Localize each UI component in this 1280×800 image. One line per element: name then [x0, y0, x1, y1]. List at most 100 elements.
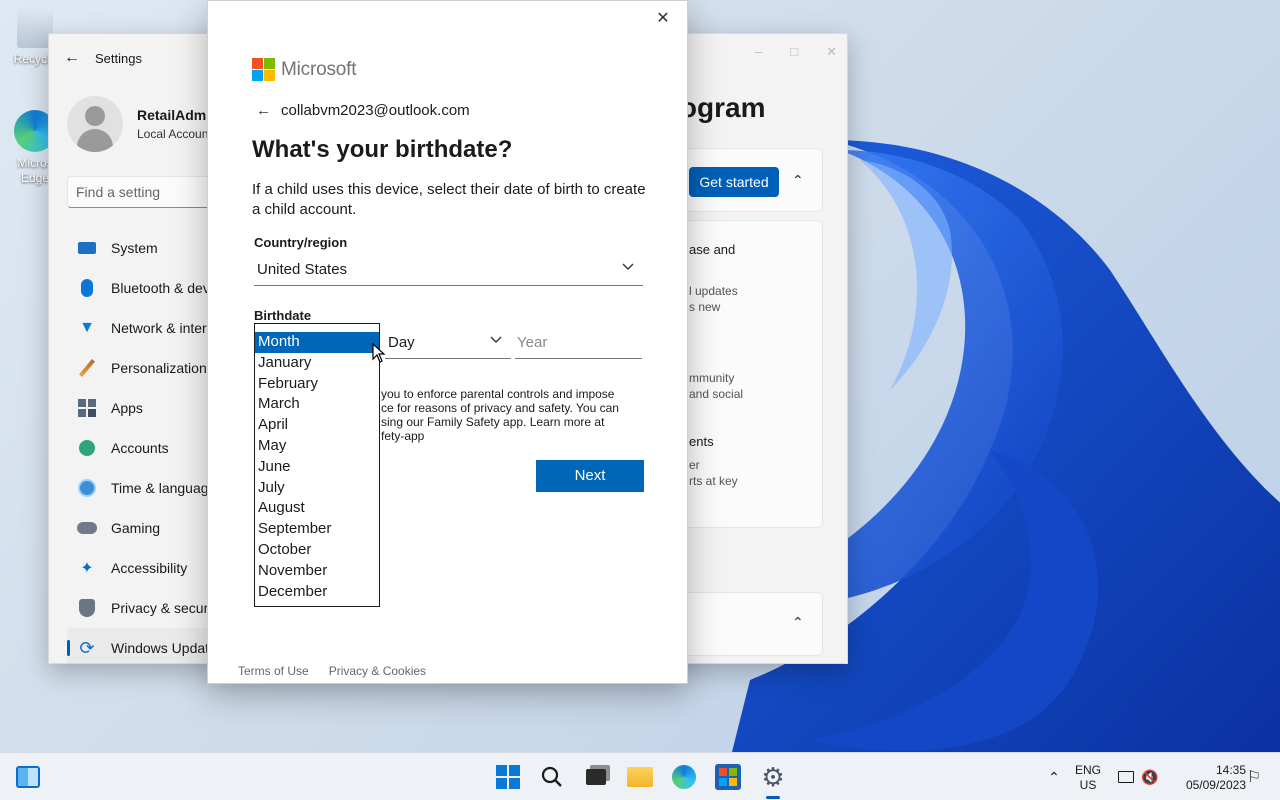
- microsoft-logo-icon: [252, 58, 275, 81]
- back-arrow-icon[interactable]: ←: [256, 102, 271, 119]
- chevron-down-icon: [622, 263, 634, 270]
- task-view-icon[interactable]: [582, 763, 610, 791]
- settings-title: Settings: [95, 50, 142, 66]
- microsoft-logo: Microsoft: [252, 58, 356, 81]
- nav-item-label: Accounts: [111, 440, 169, 456]
- account-back-row[interactable]: ← collabvm2023@outlook.com: [256, 102, 470, 119]
- month-option[interactable]: August: [255, 498, 379, 519]
- terms-link[interactable]: Terms of Use: [238, 664, 309, 678]
- birthdate-label: Birthdate: [254, 308, 312, 323]
- nav-item-label: Bluetooth & dev: [111, 280, 210, 296]
- close-icon[interactable]: ✕: [826, 44, 837, 60]
- language-line: ENG: [1074, 763, 1101, 777]
- month-option[interactable]: March: [255, 394, 379, 415]
- description-text: If a child uses this device, select thei…: [252, 181, 646, 218]
- notifications-icon[interactable]: ⚐: [1240, 763, 1268, 791]
- start-icon[interactable]: [494, 763, 522, 791]
- month-option[interactable]: December: [255, 582, 379, 603]
- clock[interactable]: 14:35 05/09/2023: [1166, 763, 1246, 793]
- fine-print-line: ce for reasons of privacy and safety. Yo…: [381, 401, 619, 415]
- month-option[interactable]: September: [255, 519, 379, 540]
- bluetooth-icon: [77, 278, 97, 298]
- month-option[interactable]: April: [255, 415, 379, 436]
- month-option[interactable]: May: [255, 436, 379, 457]
- nav-item-label: Accessibility: [111, 560, 188, 576]
- nav-item-label: Time & languag: [111, 480, 209, 496]
- month-option[interactable]: October: [255, 540, 379, 561]
- shield-icon: [77, 598, 97, 618]
- account-email: collabvm2023@outlook.com: [281, 102, 470, 119]
- widgets-icon[interactable]: [14, 763, 42, 791]
- brush-icon: [77, 358, 97, 378]
- language-line: US: [1079, 778, 1097, 792]
- card-text: s new: [689, 300, 721, 314]
- user-name: RetailAdmi: [137, 107, 211, 123]
- card-text: and social: [689, 387, 744, 401]
- month-option[interactable]: July: [255, 478, 379, 499]
- user-account-type: Local Accoun: [137, 127, 209, 141]
- chevron-up-icon[interactable]: ⌃: [1040, 763, 1068, 791]
- nav-item-label: Network & inter: [111, 320, 207, 336]
- dialog-footer: Terms of Use Privacy & Cookies: [238, 664, 426, 678]
- window-controls: – □ ✕: [755, 44, 837, 60]
- back-arrow-icon[interactable]: ←: [49, 49, 95, 67]
- user-profile[interactable]: RetailAdmi Local Accoun: [67, 96, 210, 152]
- apps-icon: [77, 398, 97, 418]
- nav-item-label: Apps: [111, 400, 143, 416]
- avatar: [67, 96, 123, 152]
- chevron-up-icon[interactable]: ⌃: [792, 172, 804, 189]
- card-text: rts at key: [689, 474, 738, 488]
- day-select[interactable]: Day: [385, 327, 511, 359]
- gaming-icon: [77, 518, 97, 538]
- get-started-button[interactable]: Get started: [689, 167, 779, 197]
- close-icon[interactable]: ✕: [653, 9, 673, 29]
- settings-gear-icon[interactable]: ⚙: [759, 762, 787, 792]
- language-indicator[interactable]: ENG US: [1072, 763, 1104, 793]
- card-text: er: [689, 458, 700, 472]
- day-value: Day: [388, 334, 415, 351]
- next-button[interactable]: Next: [536, 460, 644, 492]
- fine-print-line: you to enforce parental controls and imp…: [381, 387, 615, 401]
- accessibility-icon: ✦: [80, 560, 94, 577]
- store-icon[interactable]: [714, 763, 742, 791]
- nav-item-label: Privacy & securi: [111, 600, 212, 616]
- search-icon[interactable]: [538, 763, 566, 791]
- privacy-link[interactable]: Privacy & Cookies: [329, 664, 426, 678]
- maximize-icon[interactable]: □: [790, 44, 798, 60]
- card-text: ase and: [689, 242, 736, 257]
- wifi-icon: ▼: [79, 319, 95, 336]
- month-option[interactable]: Month: [255, 332, 379, 353]
- taskbar: ⚙ ⌃ ENG US 🔇 14:35 05/09/2023 ⚐: [0, 752, 1280, 800]
- clock-time: 14:35: [1215, 763, 1246, 777]
- country-value: United States: [257, 261, 348, 278]
- mouse-cursor-icon: [372, 343, 386, 363]
- country-select[interactable]: United States: [254, 254, 643, 286]
- update-icon: ⟳: [79, 637, 95, 658]
- clock-date: 05/09/2023: [1185, 778, 1246, 792]
- nav-item-label: Personalization: [111, 360, 207, 376]
- parental-info-text: you to enforce parental controls and imp…: [381, 387, 641, 443]
- chevron-down-icon: [490, 336, 502, 343]
- nav-item-label: System: [111, 240, 158, 256]
- month-option[interactable]: February: [255, 374, 379, 395]
- nav-item-label: Gaming: [111, 520, 161, 536]
- page-title: What's your birthdate?: [252, 136, 513, 163]
- month-option[interactable]: June: [255, 457, 379, 478]
- chevron-up-icon[interactable]: ⌃: [792, 614, 804, 631]
- card-text: ents: [689, 434, 714, 449]
- year-input[interactable]: [515, 327, 642, 359]
- microsoft-wordmark: Microsoft: [281, 58, 357, 80]
- card-text: mmunity: [689, 371, 735, 385]
- system-icon: [77, 238, 97, 258]
- month-option[interactable]: November: [255, 561, 379, 582]
- nav-item-label: Windows Updat: [111, 640, 210, 656]
- minimize-icon[interactable]: –: [755, 44, 762, 60]
- month-option[interactable]: January: [255, 353, 379, 374]
- fine-print-line: fety-app: [381, 429, 425, 443]
- active-app-indicator: [766, 796, 780, 799]
- edge-icon[interactable]: [670, 763, 698, 791]
- file-explorer-icon[interactable]: [626, 763, 654, 791]
- time-language-icon: [77, 478, 97, 498]
- volume-muted-icon[interactable]: 🔇: [1136, 763, 1164, 791]
- fine-print-line: sing our Family Safety app. Learn more a…: [381, 415, 605, 429]
